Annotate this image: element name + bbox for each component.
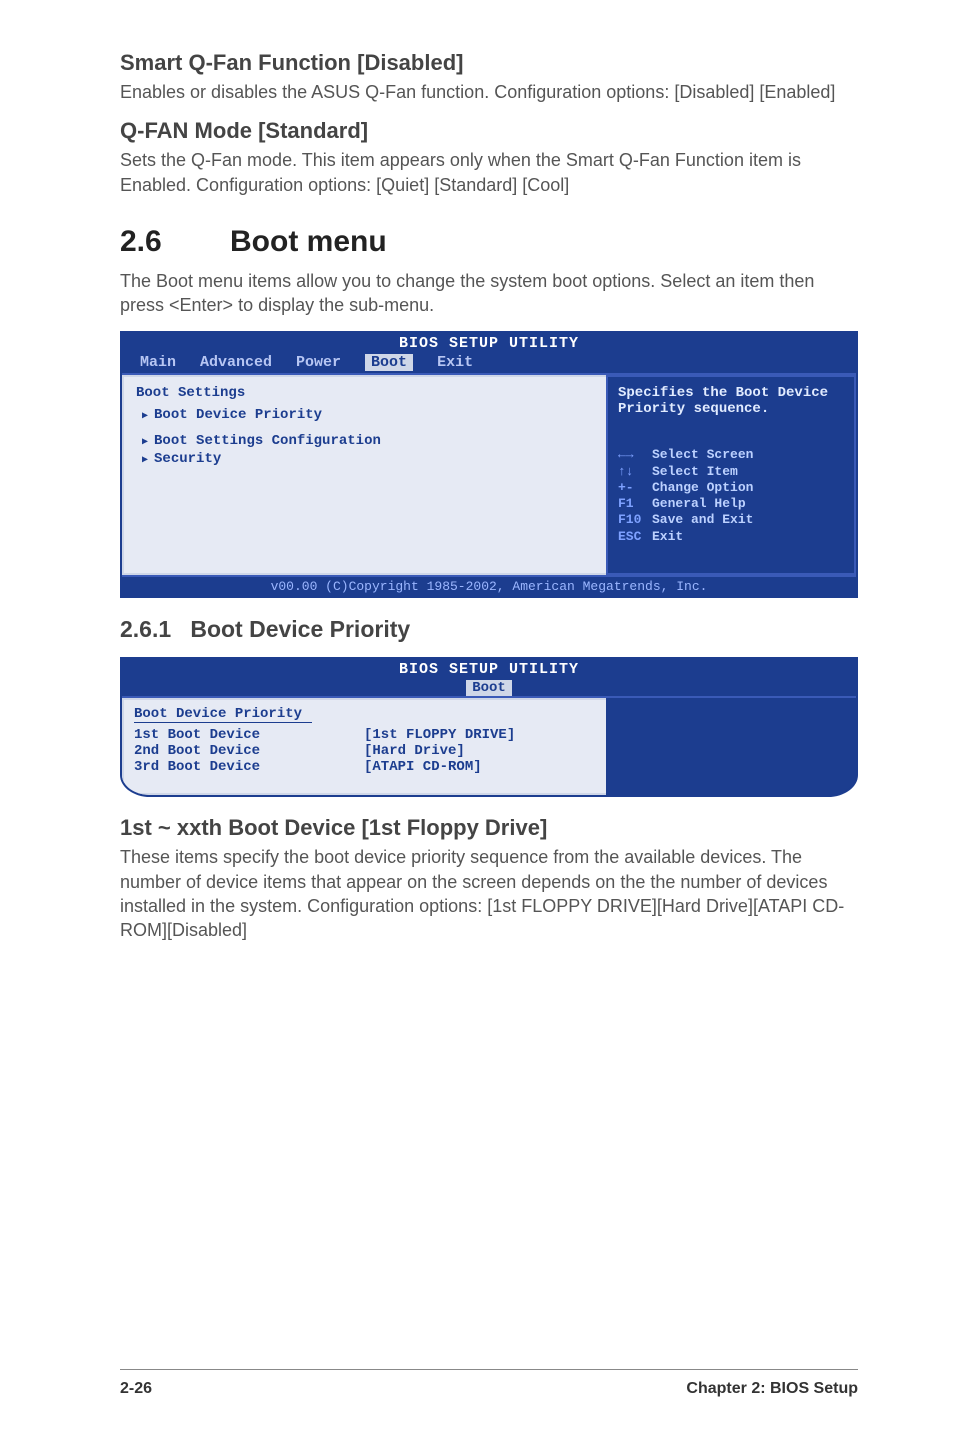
bios-footer: v00.00 (C)Copyright 1985-2002, American … bbox=[122, 575, 856, 596]
section-heading-smart-qfan: Smart Q-Fan Function [Disabled] bbox=[120, 50, 858, 76]
bios-help-text: Specifies the Boot Device Priority seque… bbox=[618, 385, 844, 417]
bios2-row-value: [Hard Drive] bbox=[364, 743, 465, 759]
section-body-qfan-mode: Sets the Q-Fan mode. This item appears o… bbox=[120, 148, 858, 197]
bios-key-desc: Change Option bbox=[652, 480, 753, 495]
bios2-row-label: 2nd Boot Device bbox=[134, 743, 364, 759]
bios-title: BIOS SETUP UTILITY bbox=[122, 333, 856, 354]
chapter-footer-label: Chapter 2: BIOS Setup bbox=[686, 1380, 858, 1398]
bios-key-desc: Select Item bbox=[652, 464, 738, 479]
bios-key: ↑↓ bbox=[618, 464, 652, 480]
section-body-boot-device: These items specify the boot device prio… bbox=[120, 845, 858, 942]
chapter-number: 2.6 bbox=[120, 225, 230, 259]
bios-tab-exit: Exit bbox=[437, 354, 473, 371]
bios2-tab-boot: Boot bbox=[466, 680, 512, 696]
bios-tab-boot: Boot bbox=[365, 354, 413, 371]
chapter-heading: 2.6Boot menu bbox=[120, 225, 858, 259]
bios-key: ESC bbox=[618, 529, 652, 545]
bios2-row-value: [ATAPI CD-ROM] bbox=[364, 759, 482, 775]
subsection-number: 2.6.1 bbox=[120, 616, 171, 642]
bios2-tab-bar: Boot bbox=[122, 680, 856, 696]
bios-item-boot-device-priority: Boot Device Priority bbox=[142, 407, 594, 423]
bios-key: +- bbox=[618, 480, 652, 496]
bios2-left-pane: Boot Device Priority 1st Boot Device [1s… bbox=[122, 698, 606, 795]
bios-panel-title: Boot Settings bbox=[136, 385, 594, 401]
bios2-row: 3rd Boot Device [ATAPI CD-ROM] bbox=[134, 759, 596, 775]
bios-key: F10 bbox=[618, 512, 652, 528]
bios-key-desc: Save and Exit bbox=[652, 512, 753, 527]
bios-key: F1 bbox=[618, 496, 652, 512]
bios-tab-main: Main bbox=[140, 354, 176, 371]
bios-screenshot-boot-settings: BIOS SETUP UTILITY Main Advanced Power B… bbox=[120, 331, 858, 598]
bios-key-desc: Exit bbox=[652, 529, 683, 544]
bios2-title: BIOS SETUP UTILITY bbox=[122, 659, 856, 680]
section-heading-boot-device: 1st ~ xxth Boot Device [1st Floppy Drive… bbox=[120, 815, 858, 841]
page-footer: 2-26 Chapter 2: BIOS Setup bbox=[120, 1369, 858, 1398]
bios2-right-pane bbox=[606, 698, 856, 795]
subsection-heading: 2.6.1 Boot Device Priority bbox=[120, 616, 858, 643]
chapter-intro: The Boot menu items allow you to change … bbox=[120, 269, 858, 318]
bios2-row: 2nd Boot Device [Hard Drive] bbox=[134, 743, 596, 759]
bios-key-desc: General Help bbox=[652, 496, 746, 511]
subsection-title: Boot Device Priority bbox=[190, 616, 410, 642]
bios2-row-label: 3rd Boot Device bbox=[134, 759, 364, 775]
bios-screenshot-boot-priority: BIOS SETUP UTILITY Boot Boot Device Prio… bbox=[120, 657, 858, 797]
bios-tab-bar: Main Advanced Power Boot Exit bbox=[122, 354, 856, 373]
bios-key: ←→ bbox=[618, 447, 652, 463]
bios2-row-value: [1st FLOPPY DRIVE] bbox=[364, 727, 515, 743]
bios-key-desc: Select Screen bbox=[652, 447, 753, 462]
bios-tab-advanced: Advanced bbox=[200, 354, 272, 371]
bios-key-legend: ←→Select Screen ↑↓Select Item +-Change O… bbox=[618, 447, 844, 545]
section-body-smart-qfan: Enables or disables the ASUS Q-Fan funct… bbox=[120, 80, 858, 104]
bios-left-pane: Boot Settings Boot Device Priority Boot … bbox=[122, 375, 606, 575]
bios2-panel-title: Boot Device Priority bbox=[134, 706, 312, 723]
bios2-row-label: 1st Boot Device bbox=[134, 727, 364, 743]
section-heading-qfan-mode: Q-FAN Mode [Standard] bbox=[120, 118, 858, 144]
bios-item-security: Security bbox=[142, 451, 594, 467]
bios2-row: 1st Boot Device [1st FLOPPY DRIVE] bbox=[134, 727, 596, 743]
bios-tab-power: Power bbox=[296, 354, 341, 371]
chapter-title: Boot menu bbox=[230, 225, 387, 258]
page-number: 2-26 bbox=[120, 1380, 152, 1398]
bios-item-boot-settings-config: Boot Settings Configuration bbox=[142, 433, 594, 449]
bios-right-pane: Specifies the Boot Device Priority seque… bbox=[606, 375, 856, 575]
